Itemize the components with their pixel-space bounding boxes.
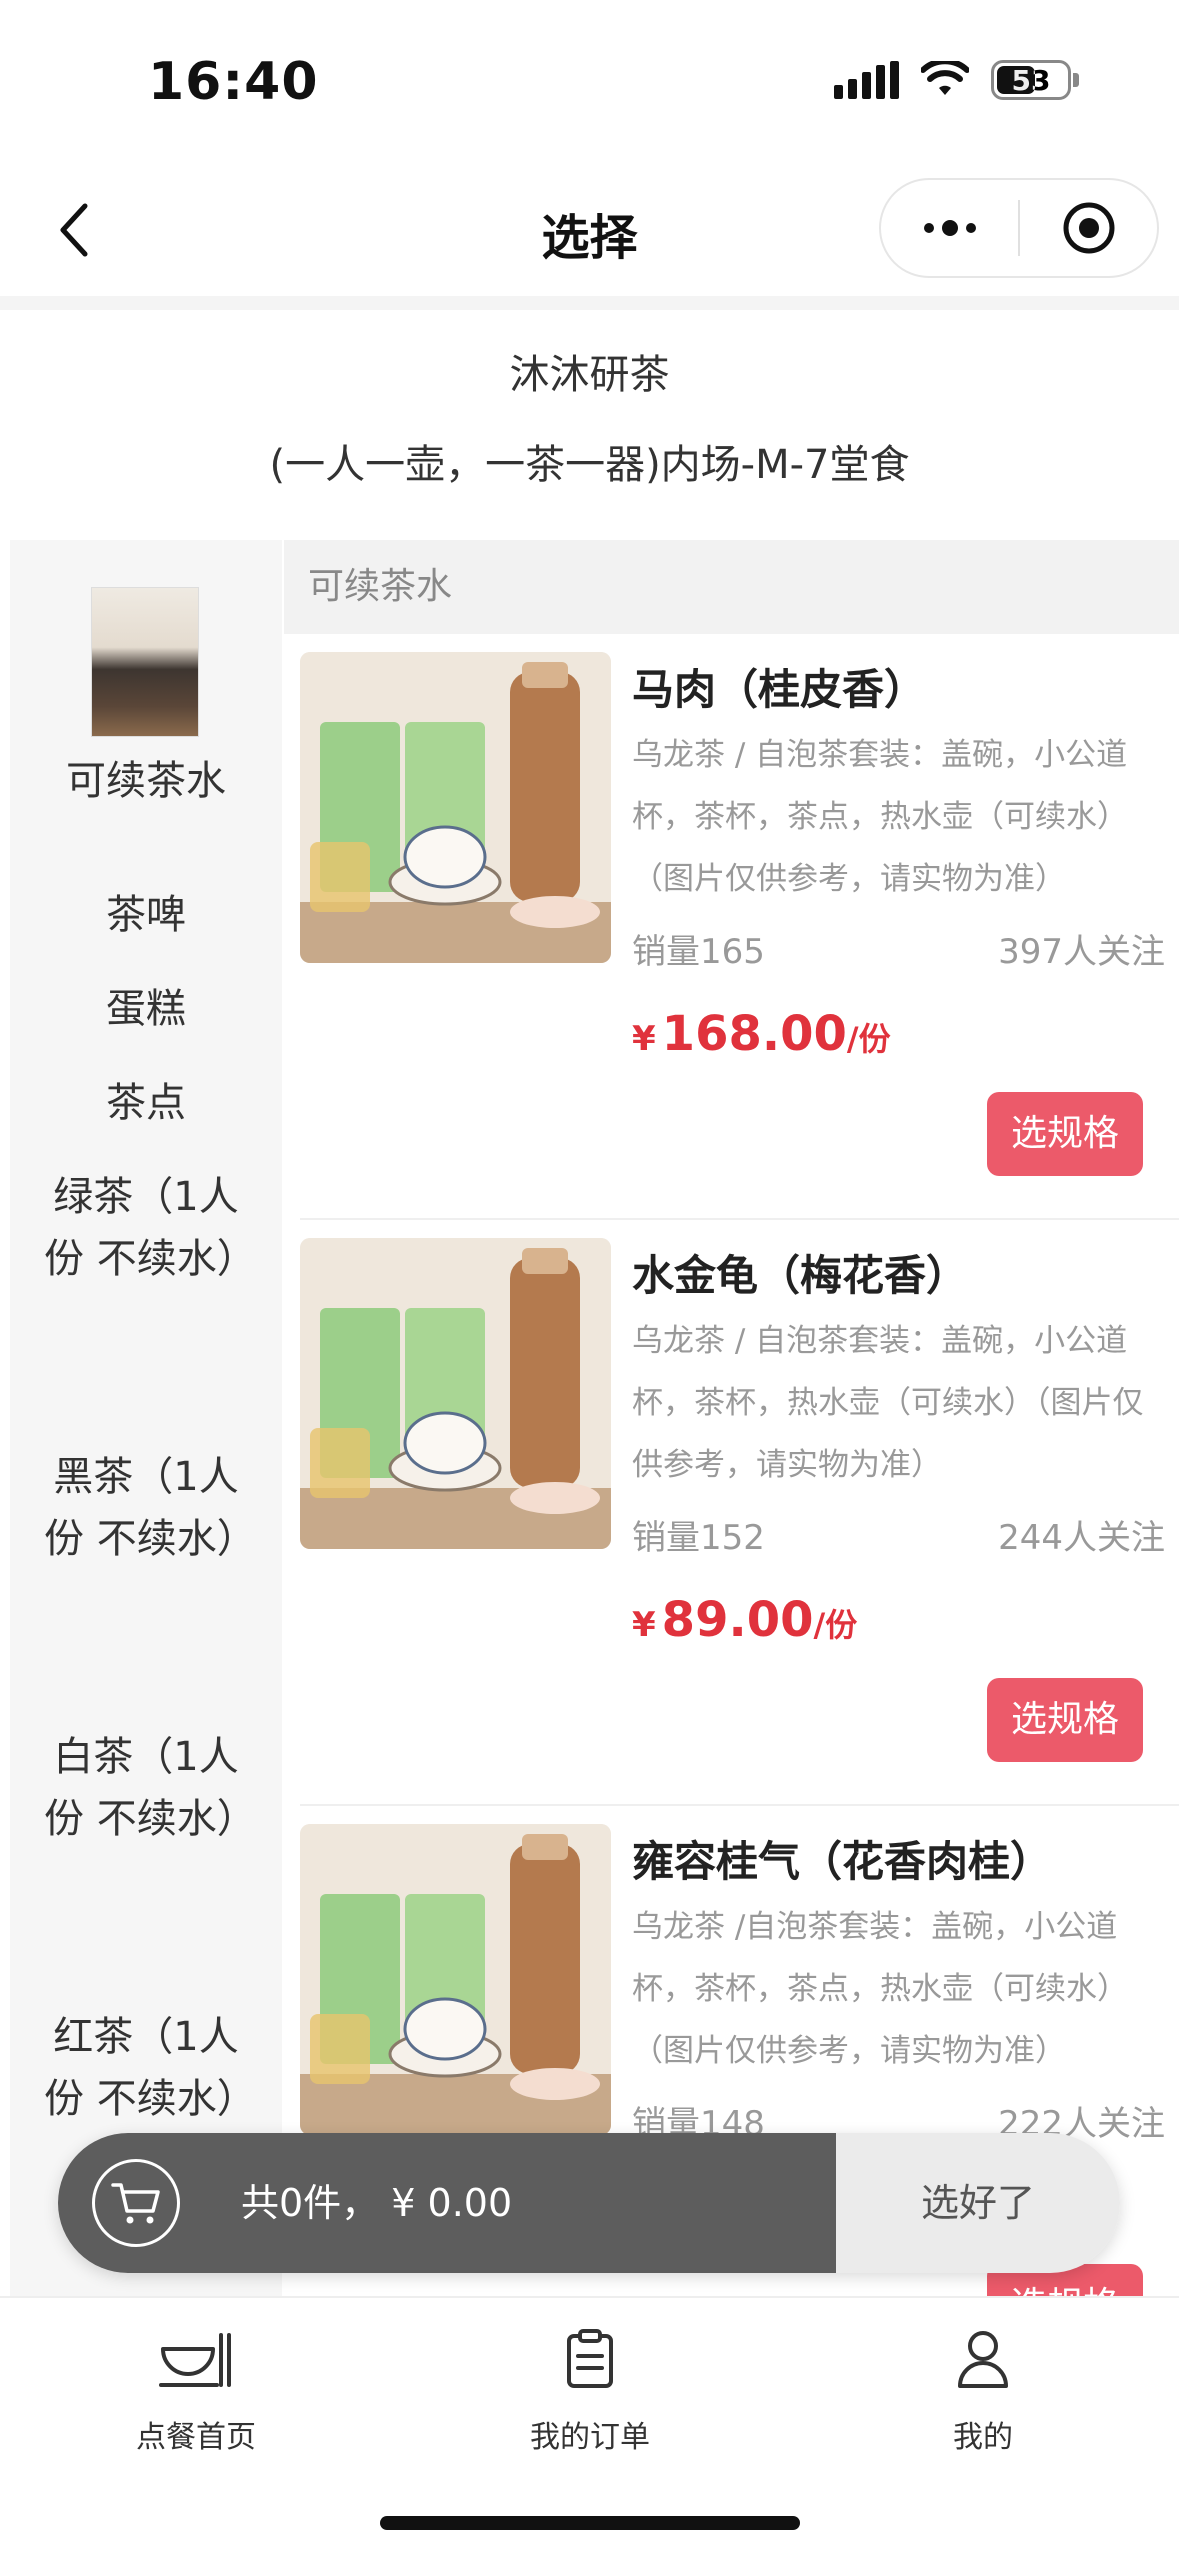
- product-price: ¥ 168.00 /份: [632, 1006, 891, 1062]
- cart-summary-area[interactable]: 共0件， ¥ 0.00: [58, 2133, 836, 2273]
- more-button[interactable]: [881, 180, 1018, 276]
- bowl-icon: [159, 2333, 231, 2387]
- category-label: 白茶（1人份 不续水）: [44, 1734, 257, 1842]
- cart-bar: 共0件， ¥ 0.00 选好了: [58, 2133, 1120, 2273]
- product-description: 乌龙茶 / 自泡茶套装：盖碗，小公道杯，茶杯，茶点，热水壶（可续水）（图片仅供参…: [632, 737, 1128, 897]
- category-item-snacks[interactable]: 茶点: [10, 1072, 282, 1134]
- category-thumbnail: [91, 587, 199, 737]
- category-label: 茶点: [106, 1080, 186, 1126]
- battery-level: 53: [1011, 63, 1051, 97]
- product-description: 乌龙茶 /自泡茶套装：盖碗，小公道杯，茶杯，茶点，热水壶（可续水）（图片仅供参考…: [632, 1909, 1128, 2069]
- wifi-icon: [921, 61, 969, 95]
- tab-label: 我的: [953, 2420, 1013, 2455]
- category-item-refillable-tea[interactable]: 可续茶水: [10, 750, 282, 812]
- price-symbol: ¥: [632, 1019, 656, 1059]
- target-close-icon: [1063, 202, 1114, 254]
- category-label: 茶啤: [106, 892, 186, 938]
- clipboard-icon: [567, 2329, 613, 2388]
- product-sales: 销量165: [632, 932, 765, 972]
- tab-label: 我的订单: [530, 2420, 650, 2455]
- tab-order-home[interactable]: 点餐首页: [76, 2322, 316, 2456]
- price-value: 168.00: [661, 1006, 847, 1062]
- product-list: 可续茶水 马肉（桂皮香） 乌龙茶 / 自泡茶套装：盖碗，小公道杯，茶杯，茶点，热…: [282, 540, 1179, 2300]
- category-item-black-tea[interactable]: 红茶（1人份 不续水）: [10, 2006, 282, 2130]
- category-item-dark-tea[interactable]: 黑茶（1人份 不续水）: [10, 1446, 282, 1570]
- category-item-green-tea[interactable]: 绿茶（1人份 不续水）: [10, 1166, 282, 1290]
- product-description: 乌龙茶 / 自泡茶套装：盖碗，小公道杯，茶杯，热水壶（可续水）（图片仅供参考，请…: [632, 1323, 1144, 1483]
- tea-set-photo: [300, 1824, 611, 2135]
- tab-profile[interactable]: 我的: [863, 2322, 1103, 2456]
- category-sidebar: 可续茶水 茶啤 蛋糕 茶点 绿茶（1人份 不续水） 黑茶（1人份 不续水） 白茶…: [10, 540, 282, 2300]
- product-image: [300, 1824, 611, 2135]
- nav-bar: 选择: [0, 170, 1179, 290]
- select-spec-button[interactable]: 选规格: [987, 1092, 1143, 1176]
- product-name: 水金龟（梅花香）: [632, 1251, 969, 1300]
- person-icon: [958, 2331, 1008, 2388]
- price-symbol: ¥: [632, 1605, 656, 1645]
- status-time: 16:40: [148, 52, 319, 112]
- category-item-cake[interactable]: 蛋糕: [10, 978, 282, 1040]
- shopping-cart-icon: [111, 2183, 160, 2224]
- price-unit: /份: [846, 1020, 891, 1058]
- store-name: 沐沐研茶: [509, 352, 670, 398]
- tab-my-orders[interactable]: 我的订单: [470, 2322, 710, 2456]
- product-card[interactable]: 水金龟（梅花香） 乌龙茶 / 自泡茶套装：盖碗，小公道杯，茶杯，热水壶（可续水）…: [282, 1220, 1179, 1806]
- table-info: (一人一壶，一茶一器)内场-M-7堂食: [269, 442, 910, 488]
- product-followers: 397人关注: [998, 932, 1165, 972]
- product-name: 雍容桂气（花香肉桂）: [632, 1837, 1053, 1886]
- tab-label: 点餐首页: [136, 2420, 256, 2455]
- status-icons: 53: [834, 60, 1079, 100]
- battery-icon: 53: [991, 60, 1079, 100]
- home-indicator: [380, 2516, 800, 2530]
- price-value: 89.00: [661, 1592, 814, 1648]
- cart-button[interactable]: [92, 2159, 180, 2247]
- section-header: 可续茶水: [284, 540, 1179, 634]
- tea-set-photo: [300, 652, 611, 963]
- product-sales: 销量152: [632, 1518, 765, 1558]
- category-label: 蛋糕: [106, 986, 186, 1032]
- price-unit: /份: [813, 1606, 858, 1644]
- select-spec-button[interactable]: 选规格: [987, 1678, 1143, 1762]
- category-label: 红茶（1人份 不续水）: [44, 2014, 257, 2122]
- category-label: 绿茶（1人份 不续水）: [44, 1174, 257, 1282]
- status-bar: 16:40 53: [0, 0, 1179, 160]
- product-followers: 244人关注: [998, 1518, 1165, 1558]
- cart-summary: 共0件， ¥ 0.00: [241, 2181, 513, 2225]
- more-dots-icon: [923, 220, 976, 236]
- tea-set-photo: [300, 1238, 611, 1549]
- category-label: 可续茶水: [66, 758, 226, 804]
- confirm-selection-button[interactable]: 选好了: [836, 2133, 1120, 2273]
- product-image: [300, 1238, 611, 1549]
- close-miniprogram-button[interactable]: [1020, 180, 1157, 276]
- category-item-white-tea[interactable]: 白茶（1人份 不续水）: [10, 1726, 282, 1850]
- cellular-signal-icon: [834, 61, 899, 99]
- category-label: 黑茶（1人份 不续水）: [44, 1454, 257, 1562]
- header-divider: [0, 296, 1179, 310]
- product-card[interactable]: 马肉（桂皮香） 乌龙茶 / 自泡茶套装：盖碗，小公道杯，茶杯，茶点，热水壶（可续…: [282, 634, 1179, 1220]
- product-price: ¥ 89.00 /份: [632, 1592, 857, 1648]
- miniprogram-capsule: [879, 178, 1159, 278]
- product-name: 马肉（桂皮香）: [632, 665, 927, 714]
- category-item-tea-beer[interactable]: 茶啤: [10, 884, 282, 946]
- product-image: [300, 652, 611, 963]
